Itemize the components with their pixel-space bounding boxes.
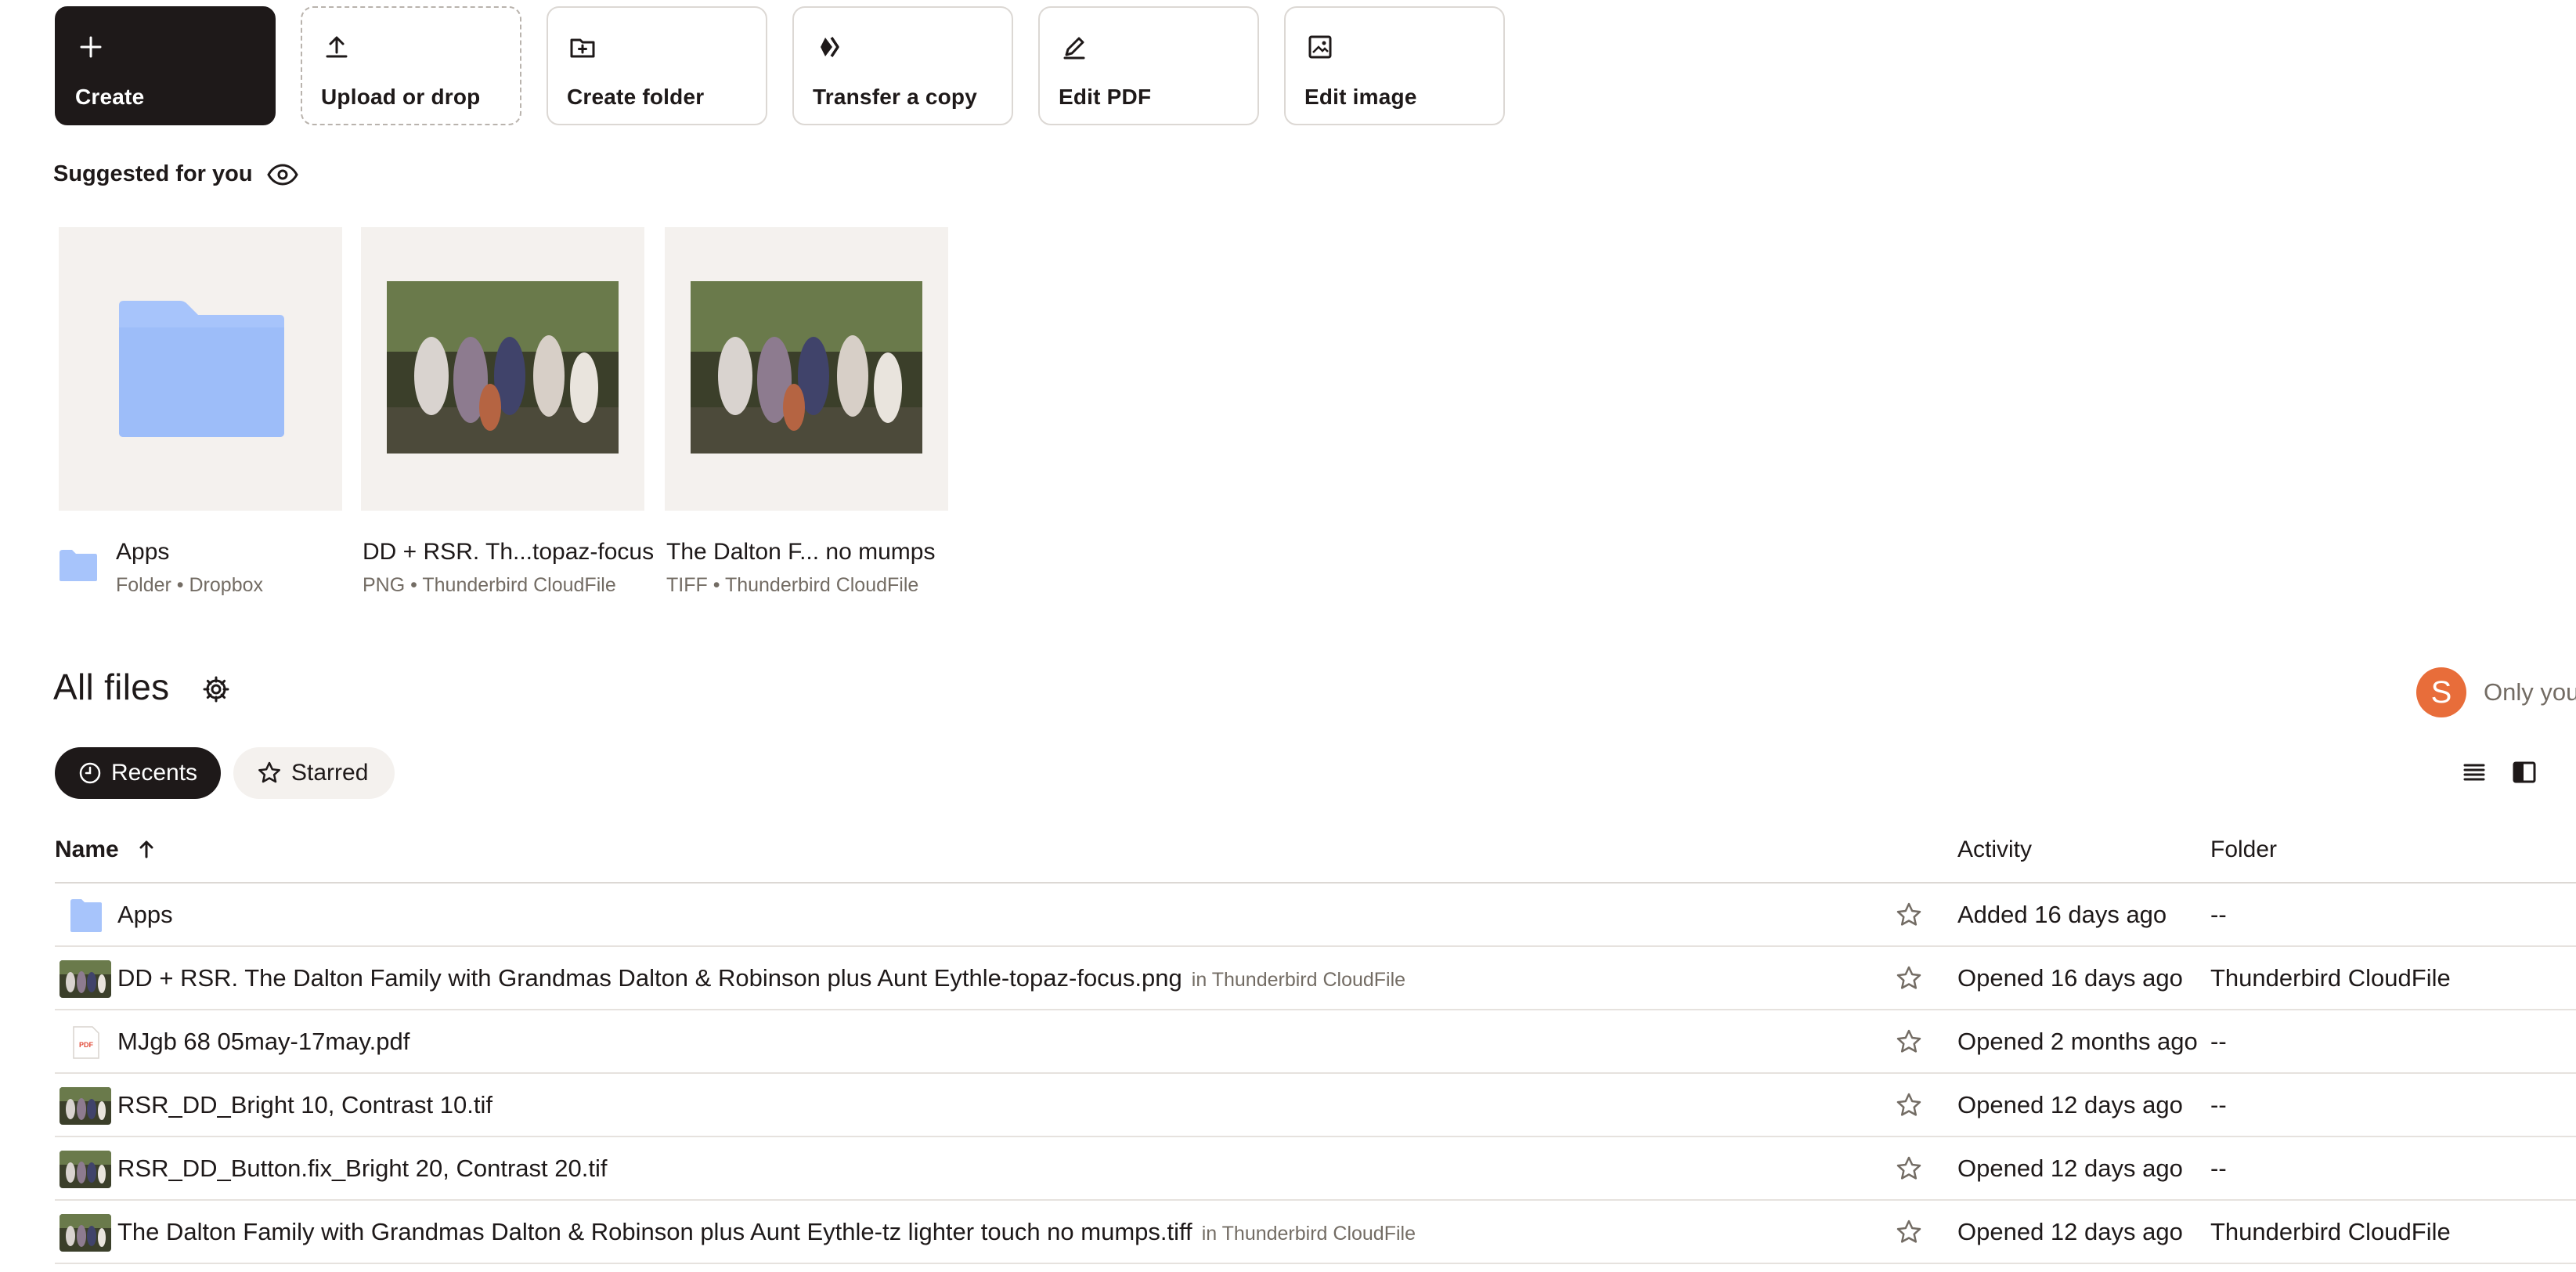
edit-image-label: Edit image bbox=[1304, 85, 1417, 109]
file-activity: Opened 16 days ago bbox=[1957, 964, 2183, 992]
star-icon bbox=[258, 761, 280, 783]
create-folder-label: Create folder bbox=[567, 85, 705, 109]
file-activity: Opened 12 days ago bbox=[1957, 1218, 2183, 1245]
table-row[interactable]: Apps Added 16 days ago -- bbox=[55, 884, 2576, 947]
upload-button[interactable]: Upload or drop bbox=[301, 6, 521, 125]
svg-text:PDF: PDF bbox=[79, 1041, 94, 1049]
star-icon[interactable] bbox=[1895, 964, 1923, 992]
suggested-card-name[interactable]: Apps bbox=[116, 539, 169, 566]
suggested-card-meta: Folder • Dropbox bbox=[116, 574, 264, 596]
suggested-title: Suggested for you bbox=[53, 161, 253, 186]
file-location[interactable]: in Thunderbird CloudFile bbox=[1192, 969, 1405, 991]
suggested-card-name[interactable]: The Dalton F... no mumps bbox=[666, 539, 935, 566]
folder-plus-icon bbox=[570, 38, 595, 58]
recents-filter-button[interactable]: Recents bbox=[55, 747, 221, 799]
photo-thumbnail bbox=[60, 1087, 111, 1125]
pen-icon bbox=[1063, 37, 1085, 60]
photo-thumbnail bbox=[387, 281, 619, 454]
upload-label: Upload or drop bbox=[321, 85, 481, 109]
recents-label: Recents bbox=[111, 760, 198, 786]
sort-arrow-up-icon bbox=[139, 840, 153, 858]
folder-icon bbox=[119, 301, 284, 437]
plus-icon bbox=[80, 36, 102, 58]
star-icon[interactable] bbox=[1895, 1155, 1923, 1183]
column-header-folder[interactable]: Folder bbox=[2210, 837, 2277, 863]
file-location[interactable]: in Thunderbird CloudFile bbox=[1202, 1223, 1416, 1245]
star-icon[interactable] bbox=[1895, 1218, 1923, 1246]
photo-thumbnail bbox=[60, 960, 111, 998]
edit-pdf-label: Edit PDF bbox=[1059, 85, 1152, 109]
suggested-card-tiff[interactable] bbox=[665, 227, 948, 511]
table-row[interactable]: RSR_DD_Bright 10, Contrast 10.tif Opened… bbox=[55, 1074, 2576, 1137]
edit-image-button[interactable]: Edit image bbox=[1284, 6, 1505, 125]
column-header-name[interactable]: Name bbox=[55, 837, 158, 863]
create-label: Create bbox=[75, 85, 145, 109]
table-row[interactable]: DD + RSR. The Dalton Family with Grandma… bbox=[55, 947, 2576, 1010]
file-activity: Added 16 days ago bbox=[1957, 901, 2167, 928]
eye-icon[interactable] bbox=[266, 163, 299, 186]
file-name-text: MJgb 68 05may-17may.pdf bbox=[117, 1028, 410, 1055]
starred-label: Starred bbox=[291, 760, 369, 786]
file-folder: -- bbox=[2210, 1155, 2227, 1182]
table-row[interactable]: PDF MJgb 68 05may-17may.pdf Opened 2 mon… bbox=[55, 1010, 2576, 1074]
pdf-icon: PDF bbox=[73, 1026, 99, 1059]
file-folder: -- bbox=[2210, 1028, 2227, 1055]
photo-thumbnail bbox=[60, 1214, 111, 1252]
table-row[interactable]: RSR_DD_Button.fix_Bright 20, Contrast 20… bbox=[55, 1137, 2576, 1201]
file-activity: Opened 12 days ago bbox=[1957, 1091, 2183, 1118]
file-activity: Opened 12 days ago bbox=[1957, 1155, 2183, 1182]
file-folder: -- bbox=[2210, 901, 2227, 928]
all-files-title: All files bbox=[53, 667, 170, 707]
folder-icon bbox=[70, 899, 102, 932]
file-name[interactable]: MJgb 68 05may-17may.pdf bbox=[117, 1028, 409, 1056]
star-icon[interactable] bbox=[1895, 1028, 1923, 1056]
file-name[interactable]: Apps bbox=[117, 901, 173, 929]
transfer-icon bbox=[821, 37, 839, 57]
file-name-text: RSR_DD_Button.fix_Bright 20, Contrast 20… bbox=[117, 1155, 608, 1182]
transfer-button[interactable]: Transfer a copy bbox=[792, 6, 1013, 125]
upload-icon bbox=[326, 36, 348, 58]
avatar[interactable]: S bbox=[2416, 667, 2466, 717]
transfer-label: Transfer a copy bbox=[813, 85, 977, 109]
panel-toggle-icon[interactable] bbox=[2510, 758, 2538, 786]
star-icon[interactable] bbox=[1895, 1091, 1923, 1119]
file-name[interactable]: RSR_DD_Button.fix_Bright 20, Contrast 20… bbox=[117, 1155, 607, 1183]
file-activity: Opened 2 months ago bbox=[1957, 1028, 2198, 1055]
folder-icon bbox=[60, 550, 97, 581]
column-name-label: Name bbox=[55, 837, 119, 862]
edit-pdf-button[interactable]: Edit PDF bbox=[1038, 6, 1259, 125]
file-name-text: RSR_DD_Bright 10, Contrast 10.tif bbox=[117, 1091, 492, 1118]
starred-filter-button[interactable]: Starred bbox=[233, 747, 395, 799]
file-folder: -- bbox=[2210, 1091, 2227, 1118]
photo-thumbnail bbox=[60, 1151, 111, 1188]
file-name[interactable]: RSR_DD_Bright 10, Contrast 10.tif bbox=[117, 1091, 492, 1119]
create-folder-button[interactable]: Create folder bbox=[547, 6, 767, 125]
list-view-icon[interactable] bbox=[2460, 758, 2488, 786]
clock-icon bbox=[79, 762, 101, 784]
file-name-text: Apps bbox=[117, 901, 173, 928]
suggested-card-name[interactable]: DD + RSR. Th...topaz-focus bbox=[363, 539, 654, 566]
suggested-card-meta: TIFF • Thunderbird CloudFile bbox=[666, 574, 919, 596]
file-folder[interactable]: Thunderbird CloudFile bbox=[2210, 964, 2451, 992]
file-folder[interactable]: Thunderbird CloudFile bbox=[2210, 1218, 2451, 1246]
file-name-text: DD + RSR. The Dalton Family with Grandma… bbox=[117, 964, 1182, 992]
star-icon[interactable] bbox=[1895, 901, 1923, 929]
column-header-activity[interactable]: Activity bbox=[1957, 837, 2032, 863]
table-row[interactable]: The Dalton Family with Grandmas Dalton &… bbox=[55, 1201, 2576, 1264]
image-edit-icon bbox=[1308, 35, 1332, 59]
file-name[interactable]: DD + RSR. The Dalton Family with Grandma… bbox=[117, 964, 1405, 992]
suggested-card-apps[interactable] bbox=[59, 227, 342, 511]
sharing-status[interactable]: Only you bbox=[2484, 678, 2576, 706]
photo-thumbnail bbox=[691, 281, 922, 454]
suggested-card-meta: PNG • Thunderbird CloudFile bbox=[363, 574, 616, 596]
file-name-text: The Dalton Family with Grandmas Dalton &… bbox=[117, 1218, 1192, 1245]
gear-icon[interactable] bbox=[202, 675, 230, 703]
create-button[interactable]: Create bbox=[55, 6, 276, 125]
file-name[interactable]: The Dalton Family with Grandmas Dalton &… bbox=[117, 1218, 1416, 1246]
suggested-card-png[interactable] bbox=[361, 227, 644, 511]
